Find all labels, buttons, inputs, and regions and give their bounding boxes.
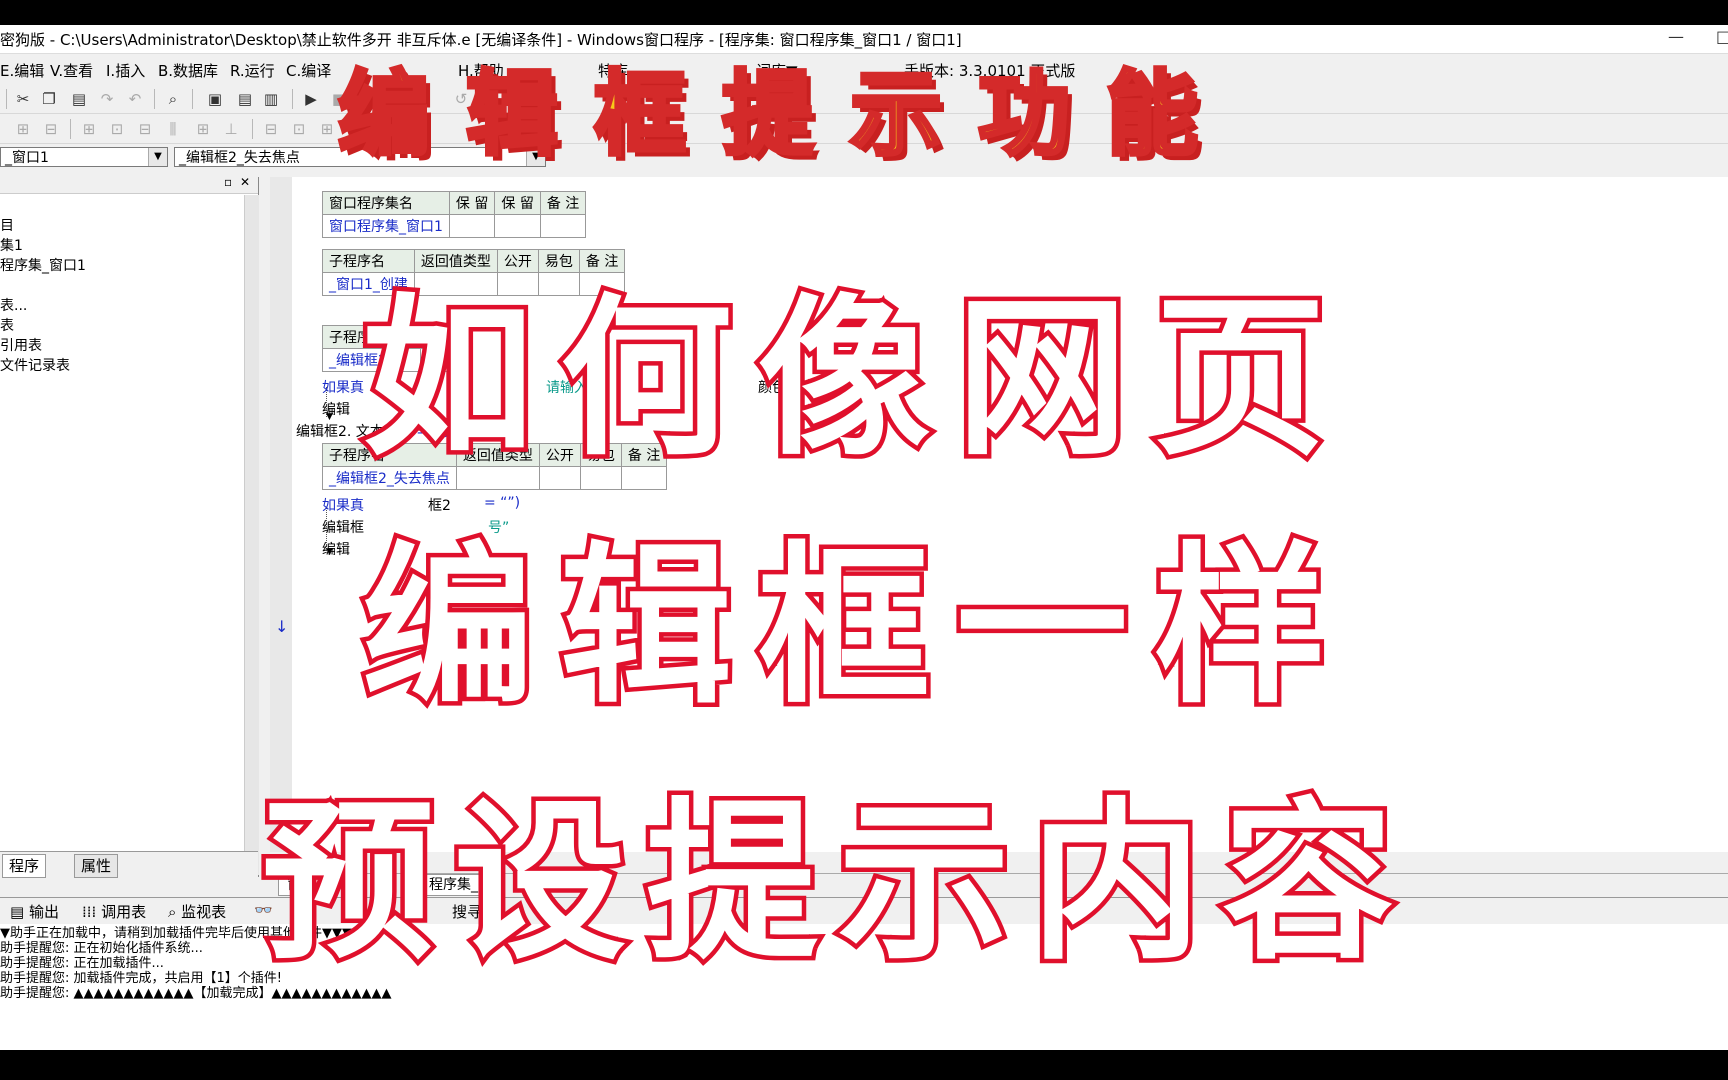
align-center-icon[interactable]: ⊞ [80, 120, 98, 138]
tab-label: 调用表 [101, 903, 147, 921]
find-icon[interactable]: ⌕ [164, 90, 182, 108]
code-line-edit[interactable]: 编辑 [322, 399, 350, 419]
overlay-line-3: 预设提示内容 [258, 778, 1414, 988]
same-size-icon[interactable]: ⊥ [222, 120, 240, 138]
arrow-down-icon: ↓ [275, 617, 289, 636]
tab-output[interactable]: ▤ 输出 [10, 901, 59, 922]
chevron-down-icon[interactable]: ▼ [148, 148, 167, 166]
tree-item[interactable]: 表 [0, 315, 14, 335]
assembly-table: 窗口程序集名 保 留 保 留 备 注 窗口程序集_窗口1 [322, 191, 587, 238]
align-bottom-icon[interactable]: ⊟ [136, 120, 154, 138]
table-cell[interactable] [539, 214, 587, 238]
overlay-line-1: 如何像网页 [358, 274, 1352, 484]
output-icon: ▤ [10, 903, 29, 921]
tab-properties[interactable]: 属性 [74, 854, 119, 878]
class-combo-value: _窗口1 [5, 150, 49, 166]
overlay-line-2: 编辑框一样 [358, 522, 1352, 732]
copy-icon[interactable]: ❐ [40, 90, 58, 108]
col-header: 保 留 [494, 191, 541, 215]
paste-icon[interactable]: ▤ [70, 90, 88, 108]
menu-insert[interactable]: I.插入 [106, 60, 145, 81]
panel-header: ▫ ✕ [0, 175, 258, 194]
cut-icon[interactable]: ✂ [14, 90, 32, 108]
tree-item[interactable]: 目 [0, 215, 14, 235]
menu-edit[interactable]: E.编辑 [0, 60, 44, 81]
height-icon[interactable]: ⊡ [290, 120, 308, 138]
space-v-icon[interactable]: ⊞ [194, 120, 212, 138]
layout3-icon[interactable]: ▥ [262, 90, 280, 108]
col-header: 窗口程序集名 [322, 191, 450, 215]
output-line: 助手提醒您: 正在初始化插件系统... [0, 941, 203, 956]
maximize-button[interactable]: □ [1716, 27, 1728, 46]
tree-item[interactable]: 引用表 [0, 335, 42, 355]
search-icon: ⌕ [168, 903, 182, 921]
width-icon[interactable]: ⊟ [262, 120, 280, 138]
tab-label: 输出 [28, 903, 59, 921]
tab-watch-table[interactable]: ⌕ 监视表 [168, 901, 226, 922]
keyword-if: 如果真 [322, 498, 364, 514]
align-top-icon[interactable]: ⊟ [42, 120, 60, 138]
keyword-if: 如果真 [322, 380, 364, 396]
undo-icon[interactable]: ↶ [126, 90, 144, 108]
list-icon: ⁞⁞⁞ [82, 903, 102, 921]
align-left-icon[interactable]: ⊞ [14, 120, 32, 138]
tab-program-label: 程序 [9, 857, 40, 875]
table-cell[interactable] [448, 214, 496, 238]
tree-item[interactable]: 表... [0, 295, 27, 315]
class-combo[interactable]: _窗口1 ▼ [0, 147, 168, 167]
col-header: 备 注 [539, 191, 587, 215]
code-line-edit[interactable]: 编辑 [322, 539, 350, 559]
close-icon[interactable]: ✕ [240, 175, 250, 189]
code-line-if[interactable]: 如果真 [322, 377, 364, 397]
space-h-icon[interactable]: ⫼ [164, 120, 182, 138]
code-line-edit[interactable]: 编辑框 [322, 517, 364, 537]
col-header: 保 留 [448, 191, 496, 215]
tree-item[interactable]: 文件记录表 [0, 355, 70, 375]
menu-run[interactable]: R.运行 [230, 60, 275, 81]
output-line: 助手提醒您: 正在加载插件... [0, 956, 164, 971]
tree-item[interactable]: 集1 [0, 235, 23, 255]
align-middle-icon[interactable]: ⊡ [108, 120, 126, 138]
menu-compile[interactable]: C.编译 [286, 60, 331, 81]
method-combo-value: _编辑框2_失去焦点 [179, 150, 300, 166]
run-icon[interactable]: ▶ [302, 90, 320, 108]
assembly-name-cell[interactable]: 窗口程序集_窗口1 [322, 214, 450, 238]
layout2-icon[interactable]: ▤ [236, 90, 254, 108]
left-tab-strip: 程序 属性 [0, 851, 258, 878]
layout1-icon[interactable]: ▣ [206, 90, 224, 108]
code-line-if[interactable]: 如果真 [322, 495, 364, 515]
tab-program[interactable]: 程序 [2, 854, 47, 878]
project-panel: ▫ ✕ 目 集1 程序集_窗口1 表... 表 引用表 文件记录表 [0, 175, 259, 877]
minimize-button[interactable]: — [1668, 27, 1684, 46]
tab-properties-label: 属性 [81, 857, 112, 875]
output-line: 助手提醒您: 加载插件完成，共启用【1】个插件! [0, 971, 282, 986]
pin-icon[interactable]: ▫ [224, 175, 232, 189]
tab-label: 监视表 [181, 903, 227, 921]
table-cell[interactable] [494, 214, 541, 238]
headline-banner: 编辑框提示功能 [336, 59, 1235, 170]
tree-item[interactable]: 程序集_窗口1 [0, 255, 86, 275]
redo-icon[interactable]: ↷ [98, 90, 116, 108]
menu-view[interactable]: V.查看 [50, 60, 93, 81]
left-scrollbar[interactable] [244, 195, 259, 875]
menu-database[interactable]: B.数据库 [158, 60, 218, 81]
tab-call-table[interactable]: ⁞⁞⁞ 调用表 [82, 901, 146, 922]
grid-icon[interactable]: ⊞ [318, 120, 336, 138]
